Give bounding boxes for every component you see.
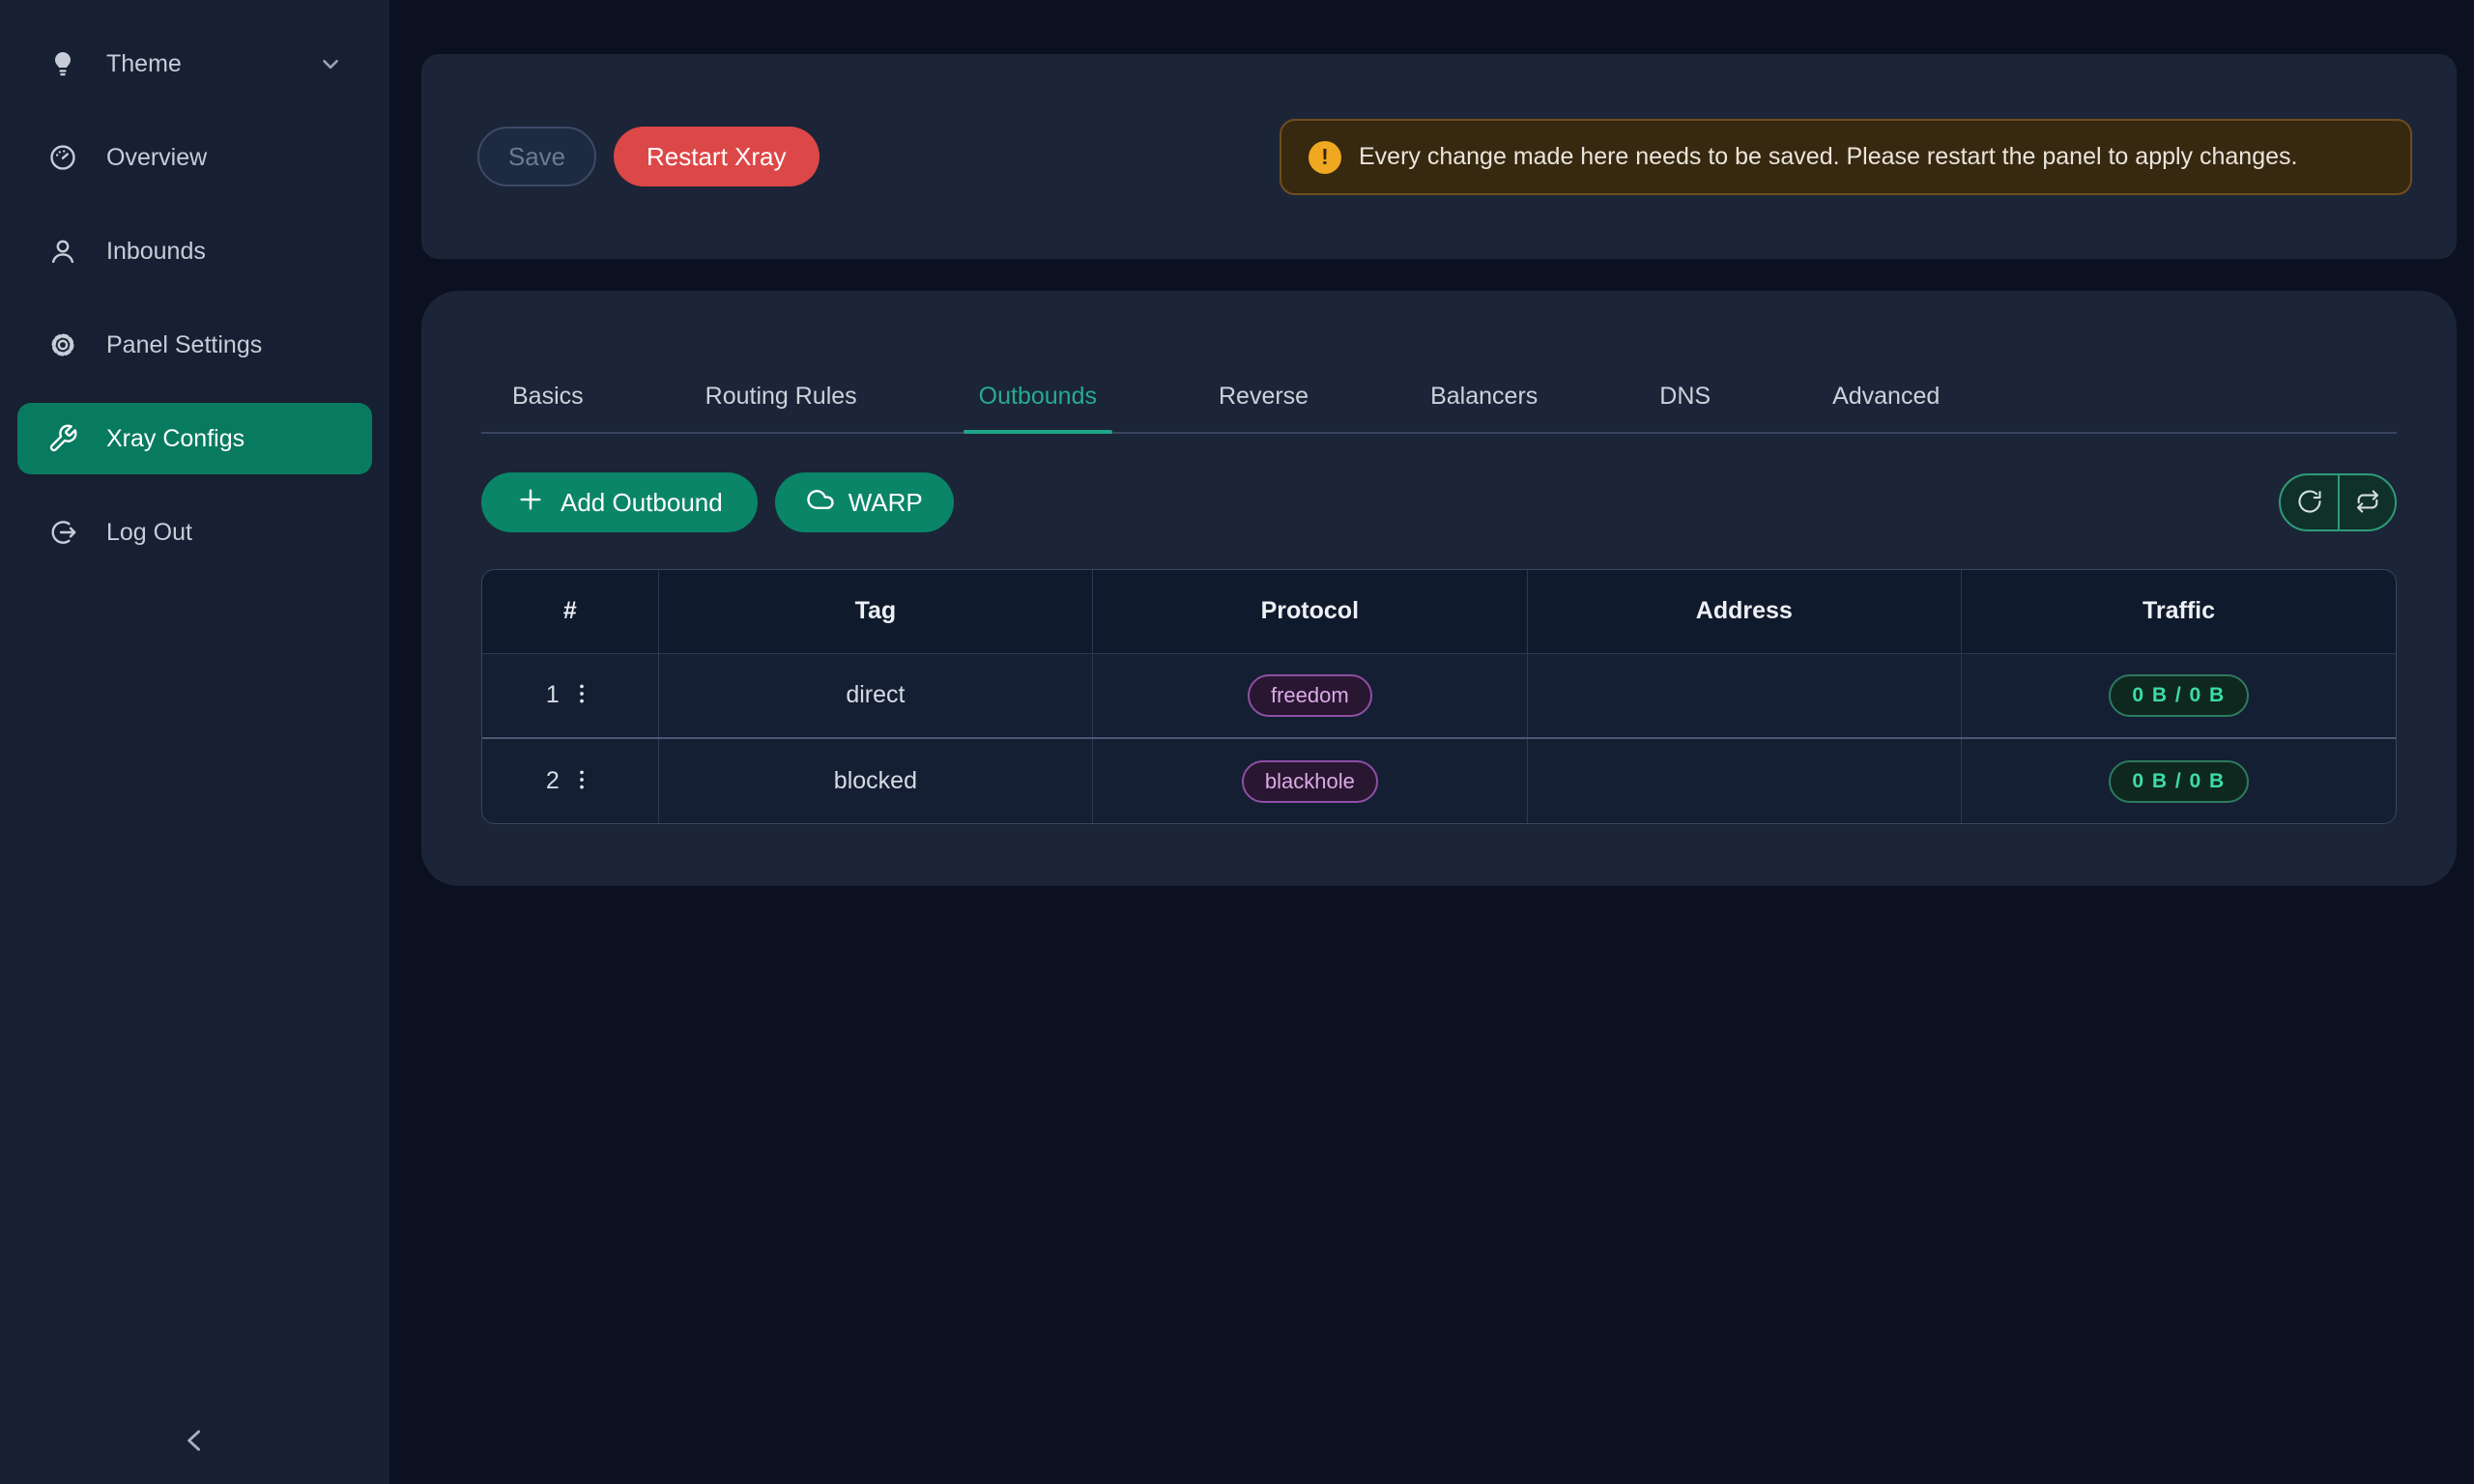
row-index: 2 <box>546 767 560 795</box>
add-outbound-label: Add Outbound <box>561 488 723 518</box>
table-row: 2 blocked blackhole <box>482 738 2396 823</box>
gear-icon <box>46 328 79 361</box>
restart-warning-alert: ! Every change made here needs to be sav… <box>1280 119 2412 195</box>
refresh-icon <box>2296 488 2323 518</box>
logout-icon <box>46 516 79 549</box>
add-outbound-button[interactable]: Add Outbound <box>481 472 758 532</box>
sidebar-item-label: Xray Configs <box>106 425 245 453</box>
column-header-traffic: Traffic <box>1962 570 2396 653</box>
config-tabs: Basics Routing Rules Outbounds Reverse B… <box>481 291 2397 434</box>
warning-icon: ! <box>1309 141 1341 174</box>
traffic-badge: 0 B / 0 B <box>2109 760 2248 803</box>
table-header-row: # Tag Protocol Address Traffic <box>482 570 2396 653</box>
tab-basics[interactable]: Basics <box>512 383 584 411</box>
traffic-cell: 0 B / 0 B <box>1962 653 2396 738</box>
repeat-icon <box>2354 488 2381 518</box>
sidebar: Theme Overview <box>0 0 389 1484</box>
gauge-icon <box>46 141 79 174</box>
tab-balancers[interactable]: Balancers <box>1430 383 1538 411</box>
row-menu-button[interactable] <box>569 681 594 709</box>
address-cell <box>1527 738 1961 823</box>
traffic-badge: 0 B / 0 B <box>2109 674 2248 717</box>
refresh-button[interactable] <box>2281 475 2338 529</box>
sidebar-item-label: Theme <box>106 50 182 78</box>
plus-icon <box>516 485 545 521</box>
lightbulb-icon <box>46 47 79 80</box>
protocol-badge: freedom <box>1248 674 1372 717</box>
kebab-icon <box>569 767 594 795</box>
traffic-cell: 0 B / 0 B <box>1962 738 2396 823</box>
sidebar-item-log-out[interactable]: Log Out <box>17 503 372 561</box>
sidebar-item-theme[interactable]: Theme <box>17 35 372 93</box>
sidebar-item-panel-settings[interactable]: Panel Settings <box>17 316 372 374</box>
row-index-cell: 1 <box>482 653 658 738</box>
chevron-left-icon <box>179 1424 212 1460</box>
address-cell <box>1527 653 1961 738</box>
sidebar-item-label: Log Out <box>106 519 192 547</box>
main-content: Save Restart Xray ! Every change made he… <box>389 0 2474 1484</box>
table-row: 1 direct freedom <box>482 653 2396 738</box>
kebab-icon <box>569 681 594 709</box>
row-index-cell: 2 <box>482 738 658 823</box>
protocol-cell: freedom <box>1093 653 1527 738</box>
toolbar-card: Save Restart Xray ! Every change made he… <box>421 54 2457 259</box>
user-icon <box>46 235 79 268</box>
sidebar-item-inbounds[interactable]: Inbounds <box>17 222 372 280</box>
sidebar-item-overview[interactable]: Overview <box>17 128 372 186</box>
sidebar-item-label: Inbounds <box>106 238 206 266</box>
save-button[interactable]: Save <box>477 127 596 186</box>
column-header-protocol: Protocol <box>1093 570 1527 653</box>
cloud-icon <box>806 485 835 521</box>
xray-panel-page: Theme Overview <box>0 0 2474 1484</box>
tab-routing-rules[interactable]: Routing Rules <box>705 383 857 411</box>
tab-dns[interactable]: DNS <box>1659 383 1711 411</box>
tag-cell: blocked <box>658 738 1092 823</box>
tab-outbounds[interactable]: Outbounds <box>979 383 1097 411</box>
protocol-cell: blackhole <box>1093 738 1527 823</box>
restart-xray-button[interactable]: Restart Xray <box>614 127 820 186</box>
column-header-address: Address <box>1527 570 1961 653</box>
warp-label: WARP <box>849 488 923 518</box>
row-menu-button[interactable] <box>569 767 594 795</box>
auto-refresh-toggle-button[interactable] <box>2338 475 2395 529</box>
tag-cell: direct <box>658 653 1092 738</box>
xray-config-card: Basics Routing Rules Outbounds Reverse B… <box>421 291 2457 886</box>
outbounds-actions-row: Add Outbound WARP <box>481 472 2397 532</box>
chevron-down-icon <box>318 51 343 76</box>
table-refresh-group <box>2279 473 2397 531</box>
alert-text: Every change made here needs to be saved… <box>1359 136 2297 178</box>
column-header-tag: Tag <box>658 570 1092 653</box>
tab-reverse[interactable]: Reverse <box>1219 383 1309 411</box>
warp-button[interactable]: WARP <box>775 472 954 532</box>
protocol-badge: blackhole <box>1242 760 1378 803</box>
row-index: 1 <box>546 681 560 709</box>
sidebar-collapse-button[interactable] <box>168 1414 222 1469</box>
wrench-icon <box>46 422 79 455</box>
column-header-index: # <box>482 570 658 653</box>
tab-advanced[interactable]: Advanced <box>1832 383 1940 411</box>
outbounds-table: # Tag Protocol Address Traffic 1 <box>481 569 2397 824</box>
sidebar-item-xray-configs[interactable]: Xray Configs <box>17 403 372 474</box>
sidebar-item-label: Panel Settings <box>106 331 262 359</box>
sidebar-item-label: Overview <box>106 144 207 172</box>
